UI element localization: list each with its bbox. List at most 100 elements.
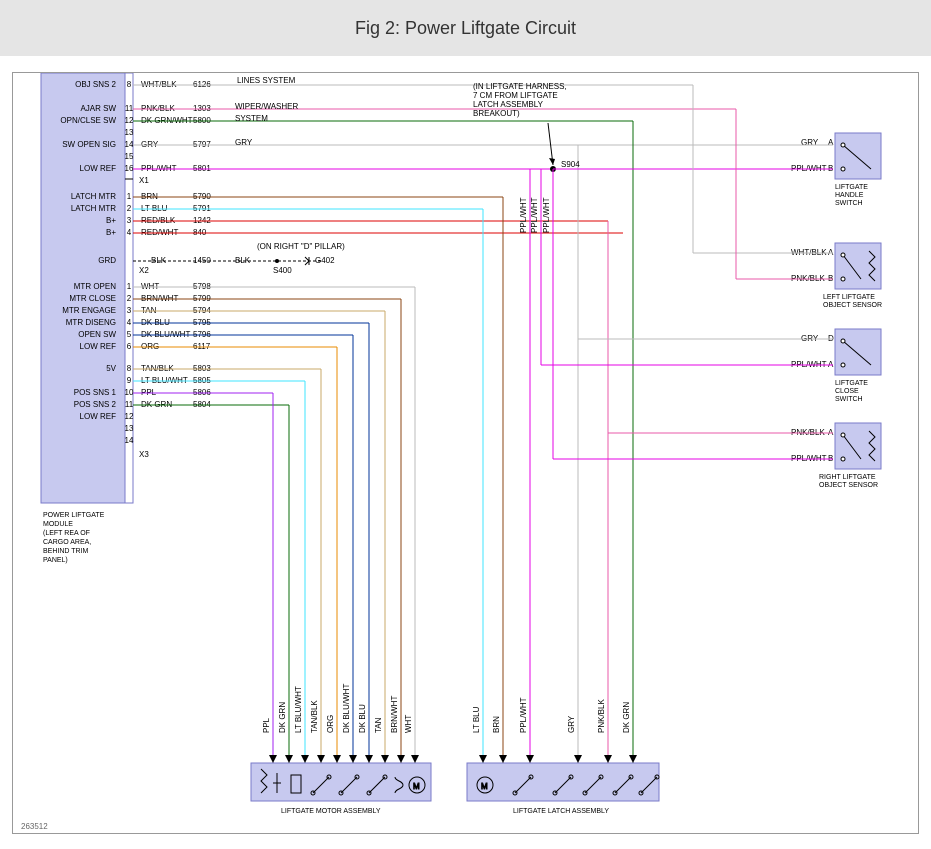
svg-text:LOW REF: LOW REF [80,164,117,173]
svg-text:LINES SYSTEM: LINES SYSTEM [237,76,296,85]
svg-text:11: 11 [125,400,134,409]
module-caption: POWER LIFTGATE MODULE (LEFT REA OF CARGO… [43,512,106,564]
svg-text:GRD: GRD [98,256,116,265]
svg-text:3: 3 [127,306,132,315]
diagram-container: OBJ SNS 2 8 WHT/BLK 6126 LINES SYSTEM AJ… [0,56,931,842]
page-title: Fig 2: Power Liftgate Circuit [355,18,576,39]
svg-text:8: 8 [127,364,132,373]
svg-text:14: 14 [125,140,134,149]
svg-text:4: 4 [127,318,132,327]
module-pins-bottom: MTR OPEN 1 WHT 5798 MTR CLOSE 2 BRN/WHT … [62,282,415,445]
svg-text:LEFT LIFTGATEOBJECT SENSOR: LEFT LIFTGATEOBJECT SENSOR [823,294,882,309]
svg-text:X2: X2 [139,266,149,275]
latch-drop-wires [483,121,633,763]
svg-text:PPL/WHT: PPL/WHT [530,197,539,233]
svg-text:LT BLU/WHT: LT BLU/WHT [294,686,303,733]
svg-text:MTR OPEN: MTR OPEN [74,282,116,291]
svg-text:M: M [413,782,420,791]
svg-text:AJAR SW: AJAR SW [80,104,116,113]
svg-text:8: 8 [127,80,132,89]
connector-arrows [269,755,637,763]
title-bar: Fig 2: Power Liftgate Circuit [0,0,931,56]
motor-assembly-label: LIFTGATE MOTOR ASSEMBLY [281,808,381,815]
svg-text:BRN: BRN [492,716,501,733]
svg-text:2: 2 [127,204,132,213]
svg-text:PPL/WHT: PPL/WHT [519,697,528,733]
svg-text:LATCH MTR: LATCH MTR [71,192,116,201]
svg-text:1: 1 [127,282,132,291]
connector-x1-label: X1 [139,176,149,185]
svg-text:LATCH MTR: LATCH MTR [71,204,116,213]
harness-note: (IN LIFTGATE HARNESS, 7 CM FROM LIFTGATE… [473,82,569,165]
svg-text:DK GRN: DK GRN [278,702,287,733]
svg-text:10: 10 [125,388,134,397]
svg-text:OBJ SNS 2: OBJ SNS 2 [75,80,116,89]
latch-assembly-label: LIFTGATE LATCH ASSEMBLY [513,808,609,815]
svg-text:B+: B+ [106,216,116,225]
svg-text:BLK: BLK [235,256,251,265]
svg-text:POS SNS 1: POS SNS 1 [74,388,117,397]
svg-text:LOW REF: LOW REF [80,412,117,421]
svg-text:MTR DISENG: MTR DISENG [66,318,116,327]
svg-text:4: 4 [127,228,132,237]
switch-handle: GRY A PPL/WHT B LIFTGATEHANDLESWITCH [791,133,881,207]
svg-text:13: 13 [125,424,134,433]
svg-text:1: 1 [127,192,132,201]
svg-text:15: 15 [125,152,134,161]
svg-text:GRY: GRY [801,138,819,147]
svg-text:3: 3 [127,216,132,225]
module-pins-mid: LATCH MTR 1 BRN 5790 LATCH MTR 2 LT BLU … [71,192,623,237]
svg-text:LIFTGATEHANDLESWITCH: LIFTGATEHANDLESWITCH [835,184,868,207]
svg-text:SW OPEN SIG: SW OPEN SIG [62,140,116,149]
diagram-svg: OBJ SNS 2 8 WHT/BLK 6126 LINES SYSTEM AJ… [13,73,918,833]
svg-text:5: 5 [127,330,132,339]
svg-text:GRY: GRY [235,138,253,147]
svg-text:ORG: ORG [326,715,335,733]
svg-text:TAN/BLK: TAN/BLK [310,700,319,733]
svg-text:14: 14 [125,436,134,445]
latch-assembly-box [467,763,659,801]
svg-text:PNK/BLK: PNK/BLK [597,699,606,733]
svg-text:M: M [481,782,488,791]
svg-text:PPL: PPL [262,717,271,733]
svg-text:LIFTGATECLOSESWITCH: LIFTGATECLOSESWITCH [835,380,868,403]
svg-text:WIPER/WASHER: WIPER/WASHER [235,102,298,111]
switch-close: GRY D PPL/WHT A LIFTGATECLOSESWITCH [791,329,881,403]
svg-text:G402: G402 [315,256,335,265]
svg-text:LOW REF: LOW REF [80,342,117,351]
svg-text:RIGHT LIFTGATEOBJECT SENSOR: RIGHT LIFTGATEOBJECT SENSOR [819,474,878,489]
svg-text:SYSTEM: SYSTEM [235,114,268,123]
svg-text:OPEN SW: OPEN SW [78,330,116,339]
svg-text:WHT: WHT [404,715,413,733]
svg-text:5V: 5V [106,364,116,373]
connector-x3-label: X3 [139,450,149,459]
svg-text:PPL/WHT: PPL/WHT [519,197,528,233]
svg-text:BRN/WHT: BRN/WHT [390,696,399,733]
svg-text:A: A [828,138,834,147]
svg-text:MTR CLOSE: MTR CLOSE [69,294,116,303]
svg-text:POS SNS 2: POS SNS 2 [74,400,117,409]
latch-wire-labels: LT BLU BRN PPL/WHT GRY PNK/BLK DK GRN [472,697,631,733]
svg-text:6: 6 [127,342,132,351]
svg-text:MTR ENGAGE: MTR ENGAGE [62,306,116,315]
svg-text:TAN: TAN [374,717,383,733]
document-id: 263512 [21,822,48,831]
svg-text:(IN LIFTGATE HARNESS,: (IN LIFTGATE HARNESS, 7 CM FROM LIFTGATE… [473,82,569,118]
wiring-diagram: OBJ SNS 2 8 WHT/BLK 6126 LINES SYSTEM AJ… [12,72,919,834]
splice-s904-label: S904 [561,160,580,169]
svg-text:OPN/CLSE SW: OPN/CLSE SW [60,116,116,125]
svg-text:LT BLU: LT BLU [472,706,481,733]
svg-text:9: 9 [127,376,132,385]
svg-text:PPL/WHT: PPL/WHT [542,197,551,233]
ground-row: GRD X2 BLK 1450 BLK S400 G402 (ON RIGHT … [98,242,345,275]
svg-text:GRY: GRY [567,715,576,733]
svg-text:DK BLU: DK BLU [358,704,367,733]
svg-text:12: 12 [125,116,134,125]
module-pins-top: OBJ SNS 2 8 WHT/BLK 6126 LINES SYSTEM AJ… [60,76,833,173]
svg-text:2: 2 [127,294,132,303]
svg-text:16: 16 [125,164,134,173]
svg-text:13: 13 [125,128,134,137]
svg-text:(ON RIGHT "D" PILLAR): (ON RIGHT "D" PILLAR) [257,242,345,251]
svg-text:S400: S400 [273,266,292,275]
svg-text:DK GRN: DK GRN [622,702,631,733]
